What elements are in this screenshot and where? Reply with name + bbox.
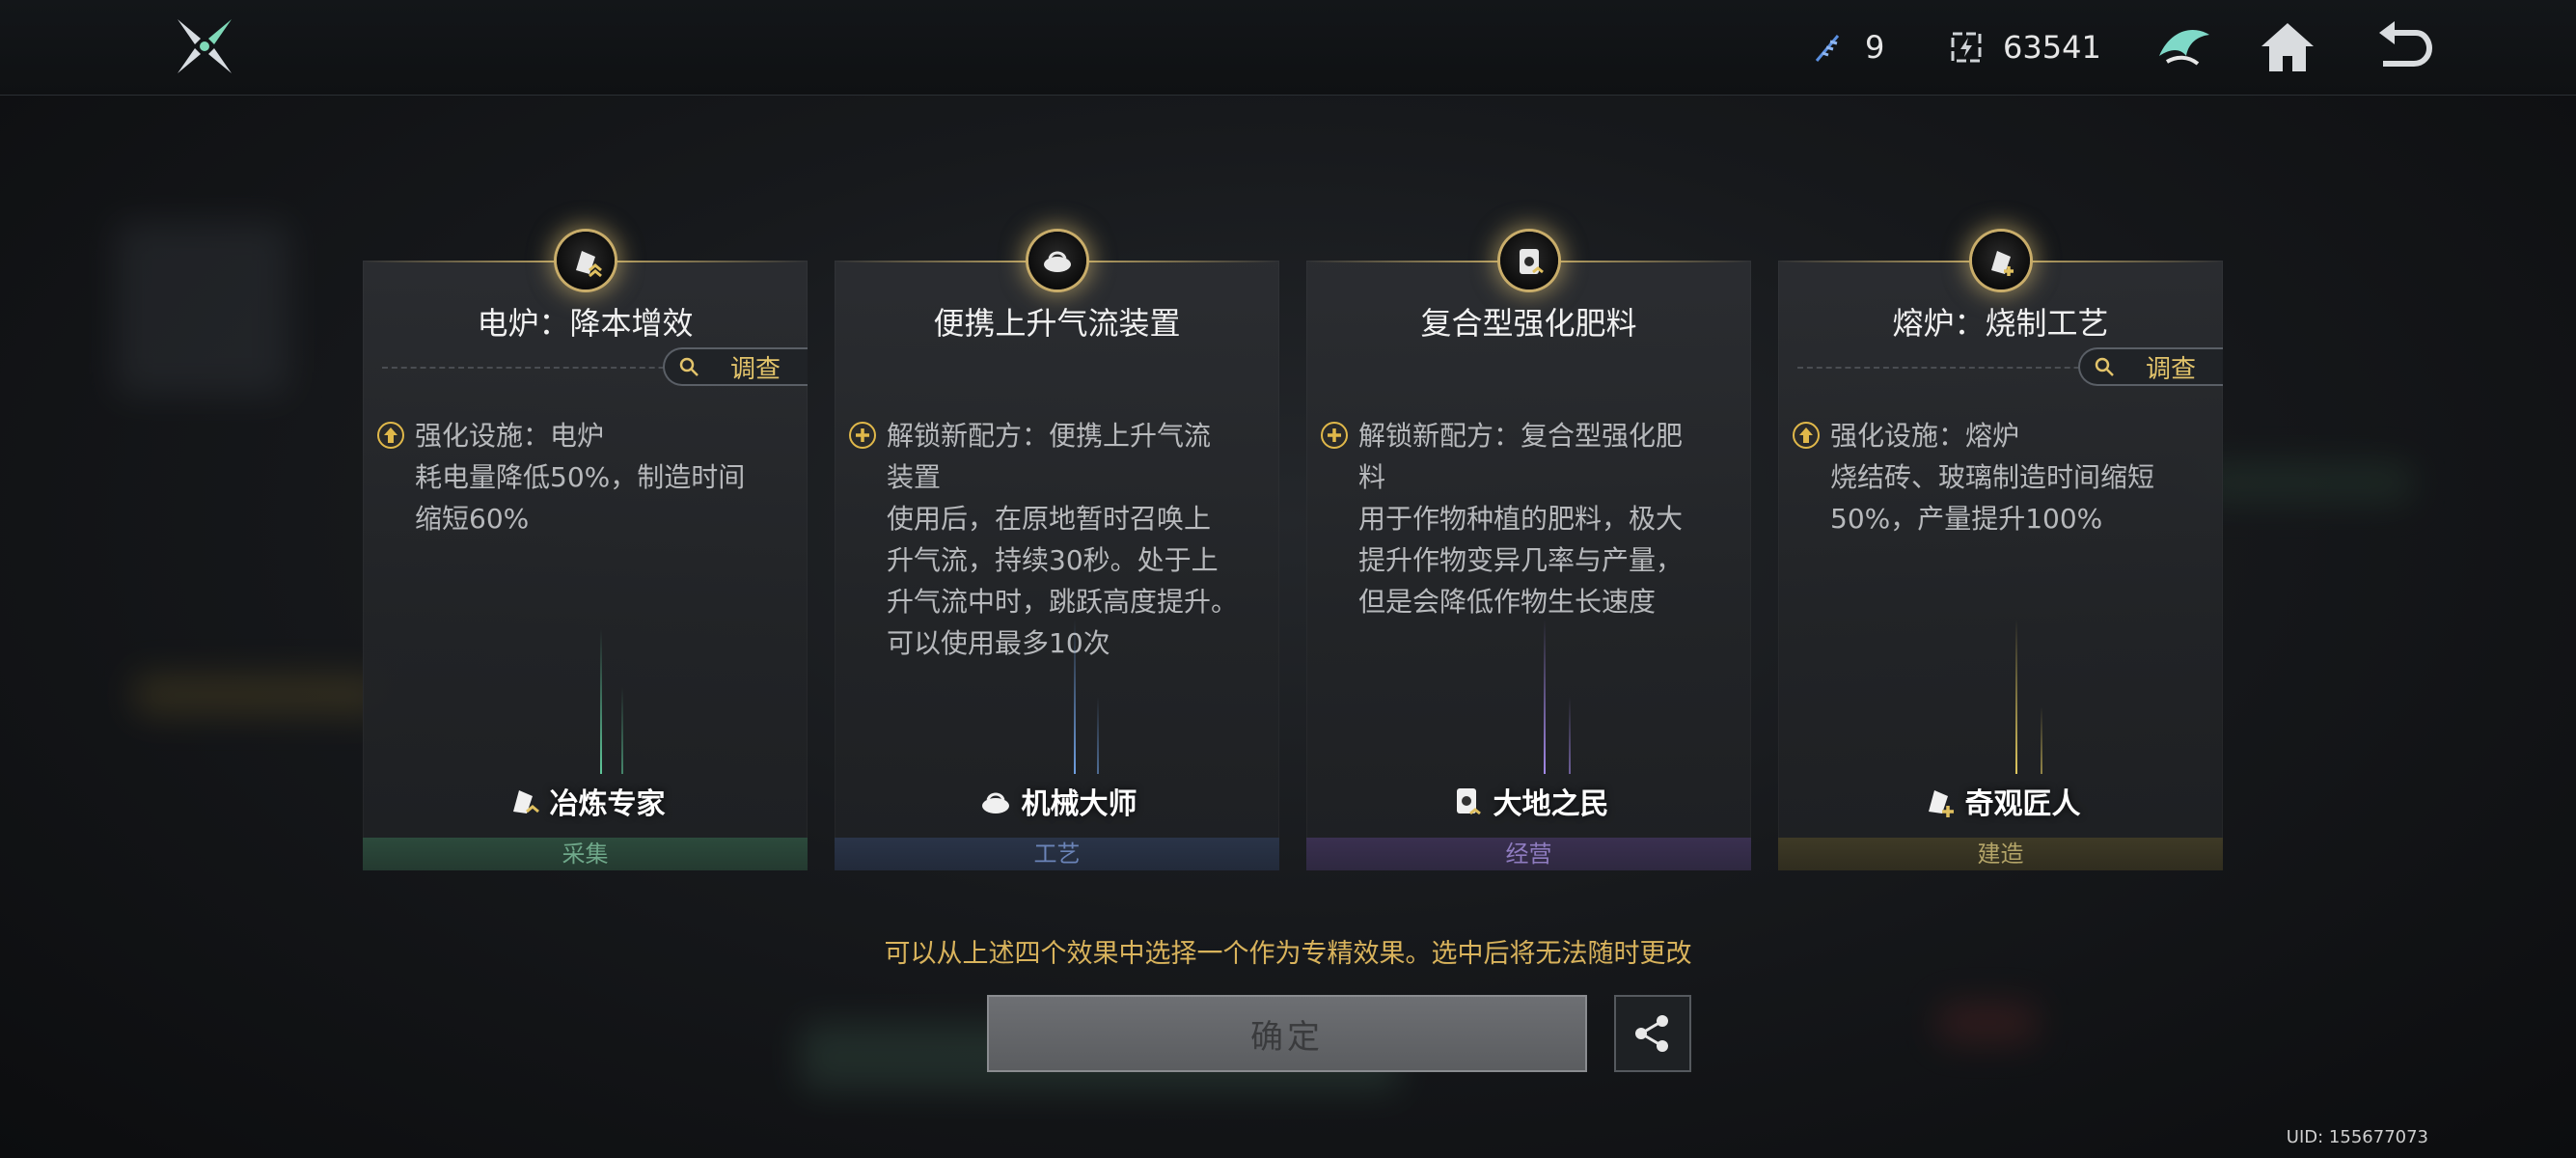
category-label: 建造: [1778, 838, 2223, 870]
resource-a[interactable]: 9: [1809, 23, 1884, 71]
desc-line: 用于作物种植的肥料，极大: [1358, 503, 1684, 535]
glow-beam: [1097, 697, 1099, 774]
resource-b[interactable]: 63541: [1947, 23, 2101, 71]
game-logo-icon[interactable]: [174, 15, 235, 77]
card-title: 便携上升气流装置: [933, 305, 1181, 342]
kiln-medal-icon: [1971, 232, 2030, 290]
desc-line: 50%，产量提升100%: [1830, 503, 2103, 535]
desc-line: 但是会降低作物生长速度: [1358, 586, 1657, 618]
glow-beam: [1569, 697, 1571, 774]
share-icon: [1635, 1015, 1668, 1052]
category-label: 采集: [363, 838, 808, 870]
unlock-plus-icon: [849, 422, 876, 449]
desc-line: 料: [1358, 461, 1386, 493]
desc-line: 可以使用最多10次: [887, 627, 1110, 659]
desc-line: 解锁新配方：复合型强化肥: [1358, 420, 1684, 452]
selection-hint: 可以从上述四个效果中选择一个作为专精效果。选中后将无法随时更改: [884, 939, 1692, 969]
home-icon[interactable]: [2258, 17, 2317, 77]
glow-beam: [600, 629, 602, 774]
role-name: 大地之民: [1493, 787, 1609, 821]
upgrade-arrow-icon: [377, 422, 404, 449]
inspect-label: 调查: [2146, 354, 2197, 384]
search-icon: [679, 357, 699, 376]
builder-role-icon: [1928, 790, 1954, 817]
energy-box-icon: [1951, 32, 1982, 63]
desc-line: 升气流中时，跳跃高度提升。: [887, 586, 1239, 618]
desc-line: 耗电量降低50%，制造时间: [415, 461, 746, 493]
desc-line: 强化设施：电炉: [415, 420, 605, 452]
role-badge: 大地之民: [1306, 782, 1751, 821]
smelter-role-icon: [512, 790, 539, 813]
effect-card-electric-furnace[interactable]: 电炉：降本增效 调查 强化设施：电炉 耗电量降低50%，制造时间 缩短60% 冶…: [363, 232, 808, 870]
desc-line: 升气流，持续30秒。处于上: [887, 544, 1219, 576]
card-title: 熔炉：烧制工艺: [1892, 305, 2109, 342]
glow-beam: [1074, 620, 1076, 774]
card-description: 强化设施：熔炉 烧结砖、玻璃制造时间缩短 50%，产量提升100%: [1792, 415, 2206, 539]
glow-beam: [621, 687, 623, 774]
role-badge: 奇观匠人: [1778, 782, 2223, 821]
glow-beam: [1544, 620, 1546, 774]
furnace-medal-icon: [556, 232, 615, 290]
desc-line: 强化设施：熔炉: [1830, 420, 2020, 452]
confirm-button[interactable]: 确定: [987, 995, 1587, 1072]
role-name: 机械大师: [1021, 787, 1137, 821]
desc-line: 使用后，在原地暂时召唤上: [887, 503, 1212, 535]
device-medal-icon: [1028, 232, 1086, 290]
search-icon: [2095, 357, 2114, 376]
share-button[interactable]: [1614, 995, 1691, 1072]
inspect-button[interactable]: 调查: [663, 347, 808, 386]
mechanic-role-icon: [981, 792, 1009, 813]
card-title: 复合型强化肥料: [1420, 305, 1637, 342]
upgrade-arrow-icon: [1793, 422, 1820, 449]
card-description: 解锁新配方：复合型强化肥 料 用于作物种植的肥料，极大 提升作物变异几率与产量，…: [1320, 415, 1734, 622]
top-bar: 9 63541: [0, 0, 2576, 96]
resource-a-value: 9: [1865, 29, 1885, 66]
inspect-button[interactable]: 调查: [2078, 347, 2223, 386]
desc-line: 烧结砖、玻璃制造时间缩短: [1830, 461, 2155, 493]
role-badge: 机械大师: [835, 782, 1279, 821]
desc-line: 提升作物变异几率与产量，: [1358, 544, 1684, 576]
effect-card-updraft-device[interactable]: 便携上升气流装置 解锁新配方：便携上升气流 装置 使用后，在原地暂时召唤上 升气…: [835, 232, 1279, 870]
category-label: 工艺: [835, 838, 1279, 870]
category-label: 经营: [1306, 838, 1751, 870]
resource-b-value: 63541: [2003, 29, 2101, 66]
back-icon[interactable]: [2373, 17, 2433, 77]
user-id: UID: 155677073: [2286, 1127, 2428, 1147]
card-description: 强化设施：电炉 耗电量降低50%，制造时间 缩短60%: [376, 415, 790, 539]
wing-emblem-icon[interactable]: [2153, 17, 2213, 77]
desc-line: 缩短60%: [415, 503, 530, 535]
glow-beam: [2015, 620, 2017, 774]
effect-card-kiln[interactable]: 熔炉：烧制工艺 调查 强化设施：熔炉 烧结砖、玻璃制造时间缩短 50%，产量提升…: [1778, 232, 2223, 870]
card-title: 电炉：降本增效: [477, 305, 694, 342]
unlock-plus-icon: [1321, 422, 1348, 449]
role-badge: 冶炼专家: [363, 782, 808, 821]
effect-card-fertilizer[interactable]: 复合型强化肥料 解锁新配方：复合型强化肥 料 用于作物种植的肥料，极大 提升作物…: [1306, 232, 1751, 870]
desc-line: 装置: [887, 461, 942, 493]
glow-beam: [2041, 706, 2042, 774]
role-name: 冶炼专家: [549, 787, 666, 821]
fertilizer-medal-icon: [1499, 232, 1558, 290]
inspect-label: 调查: [730, 354, 781, 384]
feather-currency-icon: [1815, 35, 1840, 62]
role-name: 奇观匠人: [1964, 787, 2081, 821]
card-description: 解锁新配方：便携上升气流 装置 使用后，在原地暂时召唤上 升气流，持续30秒。处…: [848, 415, 1262, 664]
farmer-role-icon: [1456, 788, 1481, 815]
desc-line: 解锁新配方：便携上升气流: [887, 420, 1212, 452]
